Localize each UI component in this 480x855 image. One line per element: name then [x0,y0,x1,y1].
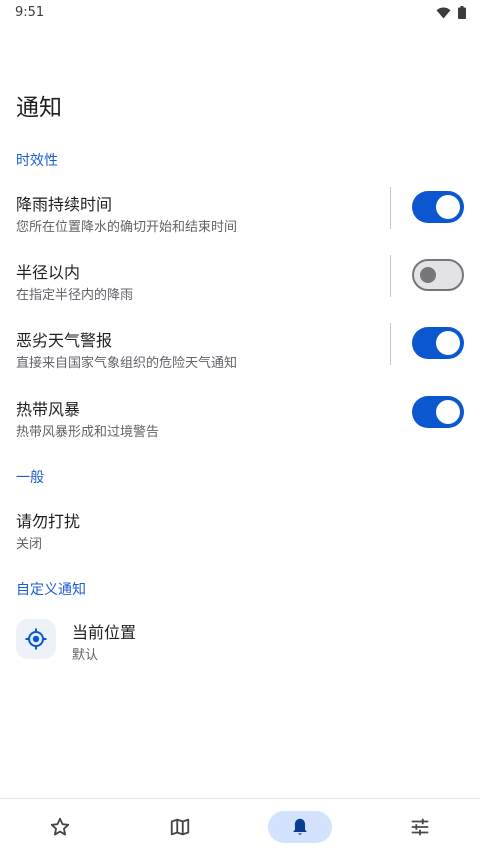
status-icons [436,6,466,19]
bottom-navigation [0,798,480,855]
nav-notifications[interactable] [268,811,332,843]
toggle-knob [420,267,436,283]
setting-value: 关闭 [16,537,43,552]
tropical-storm-toggle[interactable] [412,396,464,428]
setting-subtitle: 您所在位置降水的确切开始和结束时间 [16,220,238,235]
setting-do-not-disturb[interactable]: 请勿打扰 关闭 [16,508,480,568]
within-radius-toggle[interactable] [412,259,464,291]
bell-icon [293,818,307,835]
nav-settings[interactable] [388,811,452,843]
wifi-icon [436,7,451,18]
setting-title: 降雨持续时间 [16,195,113,214]
setting-title: 请勿打扰 [16,512,81,531]
setting-rain-duration[interactable]: 降雨持续时间 您所在位置降水的确切开始和结束时间 [16,187,480,251]
my-location-icon [25,628,47,650]
page-title: 通知 [16,95,62,121]
nav-favorites[interactable] [28,811,92,843]
setting-subtitle: 直接来自国家气象组织的危险天气通知 [16,356,238,371]
setting-title: 半径以内 [16,263,81,282]
location-title: 当前位置 [72,623,137,642]
divider [390,255,391,297]
rain-duration-toggle[interactable] [412,191,464,223]
location-value: 默认 [72,648,99,663]
toggle-knob [436,400,460,424]
severe-weather-toggle[interactable] [412,327,464,359]
battery-icon [458,6,466,19]
map-icon [170,818,190,836]
location-icon-container [16,619,56,659]
setting-severe-weather[interactable]: 恶劣天气警报 直接来自国家气象组织的危险天气通知 [16,323,480,387]
setting-tropical-storm[interactable]: 热带风暴 热带风暴形成和过境警告 [16,396,480,456]
divider [390,187,391,229]
star-icon [50,817,70,836]
setting-subtitle: 在指定半径内的降雨 [16,288,134,303]
setting-subtitle: 热带风暴形成和过境警告 [16,425,160,440]
status-time: 9:51 [15,5,45,20]
toggle-knob [436,331,460,355]
setting-within-radius[interactable]: 半径以内 在指定半径内的降雨 [16,255,480,319]
tune-icon [411,818,429,836]
status-bar: 9:51 [0,0,480,26]
toggle-knob [436,195,460,219]
setting-title: 热带风暴 [16,400,81,419]
nav-map[interactable] [148,811,212,843]
section-header-custom: 自定义通知 [16,582,86,598]
custom-location-current[interactable]: 当前位置 默认 [16,619,480,663]
setting-title: 恶劣天气警报 [16,331,113,350]
divider [390,323,391,365]
section-header-general: 一般 [16,470,44,486]
section-header-timeliness: 时效性 [16,153,58,169]
